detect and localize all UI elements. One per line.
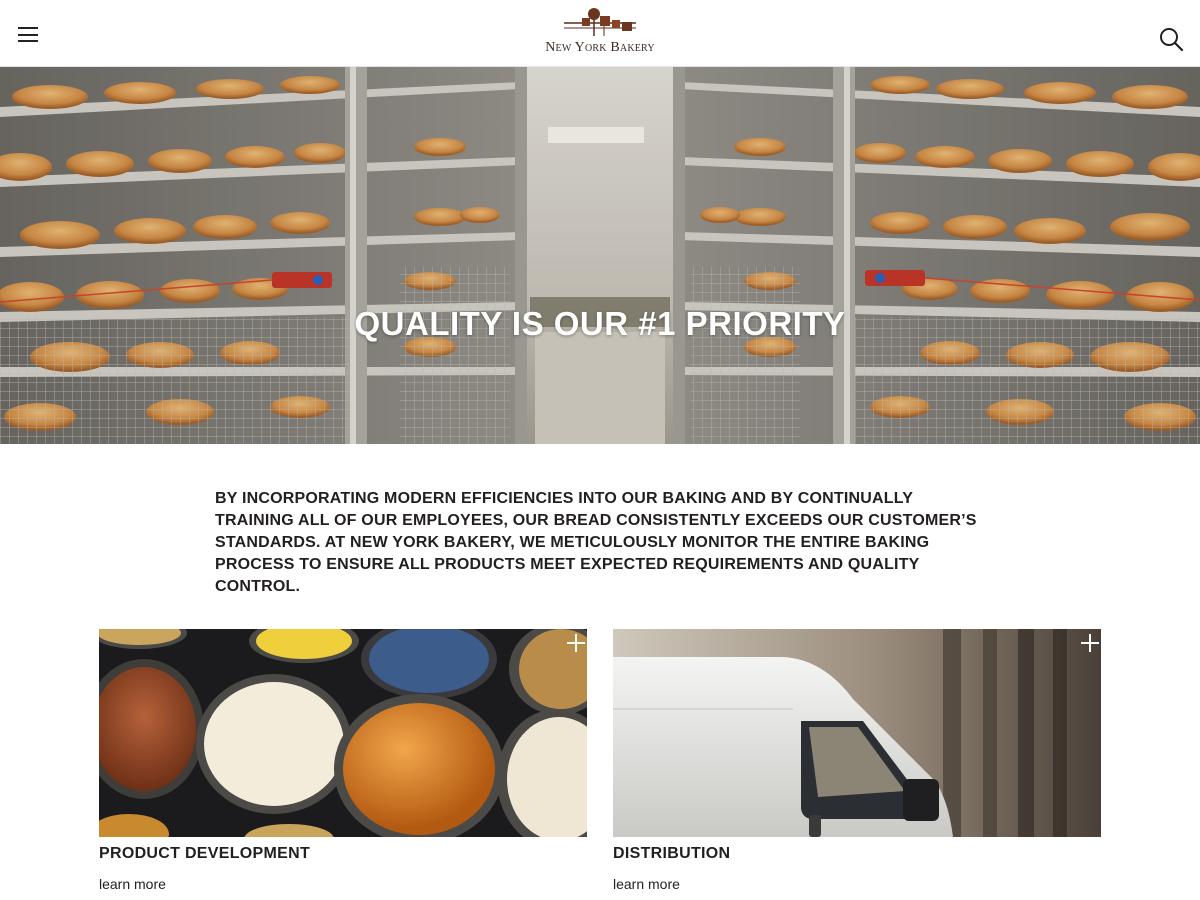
delivery-van-image: [613, 629, 1101, 837]
hero-title: QUALITY IS OUR #1 PRIORITY: [354, 305, 846, 342]
logo-mark-icon: [564, 8, 636, 36]
plus-icon[interactable]: [1079, 632, 1101, 654]
bakery-racks-image: [0, 67, 1200, 444]
card-title: PRODUCT DEVELOPMENT: [99, 845, 311, 862]
distribution-image[interactable]: [613, 629, 1101, 837]
plus-icon[interactable]: [565, 632, 587, 654]
site-logo[interactable]: New York Bakery: [530, 6, 670, 62]
grains-bowls-image: [99, 629, 587, 837]
menu-line: [18, 27, 38, 29]
menu-line: [18, 33, 38, 36]
card-product-development: PRODUCT DEVELOPMENT learn more: [99, 629, 587, 894]
card-title: DISTRIBUTION: [613, 845, 731, 862]
card-distribution: DISTRIBUTION learn more: [613, 629, 1101, 894]
logo-text: New York Bakery: [545, 40, 655, 55]
learn-more-link[interactable]: learn more: [613, 876, 680, 892]
product-development-image[interactable]: [99, 629, 587, 837]
intro-paragraph: BY INCORPORATING MODERN EFFICIENCIES INT…: [215, 490, 977, 595]
hero-banner: QUALITY IS OUR #1 PRIORITY: [0, 67, 1200, 444]
hamburger-menu-icon[interactable]: [18, 26, 40, 44]
menu-line: [18, 40, 38, 42]
search-icon[interactable]: [1158, 26, 1184, 52]
learn-more-link[interactable]: learn more: [99, 876, 166, 892]
site-header: New York Bakery: [0, 0, 1200, 67]
